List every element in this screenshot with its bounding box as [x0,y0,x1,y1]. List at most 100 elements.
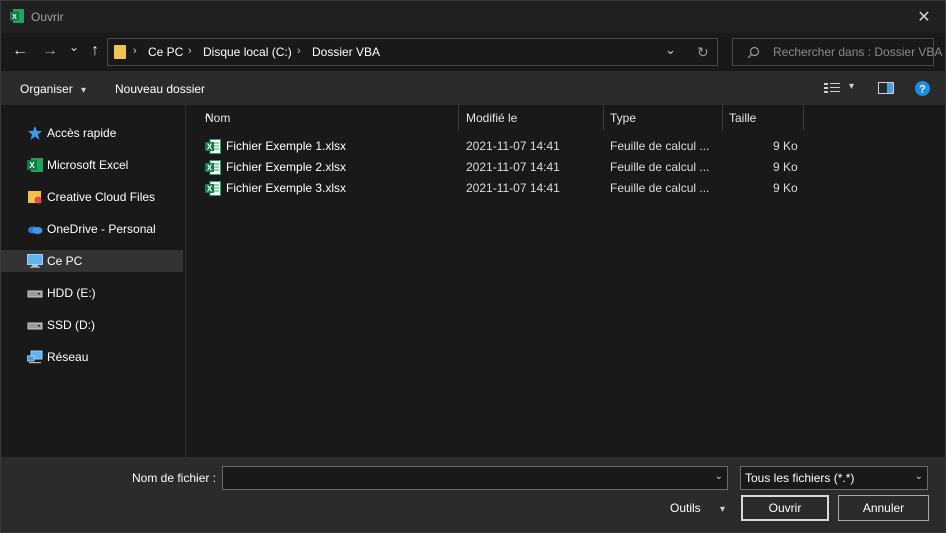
file-row[interactable]: X Fichier Exemple 3.xlsx 2021-11-07 14:4… [186,178,806,199]
file-type-filter[interactable]: Tous les fichiers (*.*) ⌄ [740,466,928,490]
svg-text:X: X [207,185,213,194]
sidebar-item-reseau[interactable]: Réseau [1,346,183,368]
file-type-filter-value: Tous les fichiers (*.*) [745,471,855,485]
refresh-button[interactable]: ↻ [697,44,709,61]
sidebar-item-acces-rapide[interactable]: Accès rapide [1,122,183,144]
sidebar-item-creative-cloud-files[interactable]: Creative Cloud Files [1,186,183,208]
chevron-down-icon: ▾ [720,504,726,515]
sidebar-item-label: Creative Cloud Files [47,190,156,204]
computer-icon [27,254,43,268]
network-icon [27,350,43,364]
cancel-button[interactable]: Annuler [838,495,929,521]
organize-button[interactable]: Organiser ▾ [20,82,86,96]
sidebar-item-ssd-d[interactable]: SSD (D:) [1,314,183,336]
sidebar-item-ce-pc[interactable]: Ce PC [1,250,183,272]
breadcrumb-ce-pc[interactable]: Ce PC [148,45,183,59]
excel-file-icon: X [205,181,221,196]
organize-label: Organiser [20,82,73,96]
file-type: Feuille de calcul ... [610,181,710,195]
command-bar: Organiser ▾ Nouveau dossier ▾ ? [1,71,945,105]
file-row[interactable]: X Fichier Exemple 1.xlsx 2021-11-07 14:4… [186,136,806,157]
search-box[interactable]: Rechercher dans : Dossier VBA [732,38,942,66]
svg-text:X: X [12,14,17,21]
excel-file-icon: X [205,139,221,154]
column-header-type[interactable]: Type [605,105,723,131]
arrow-up-icon: ↑ [91,42,99,59]
recent-locations-button[interactable]: ⌄ [67,37,81,57]
sidebar-item-label: Accès rapide [47,126,117,140]
folder-icon [114,45,126,59]
sidebar-item-hdd-e[interactable]: HDD (E:) [1,282,183,304]
help-icon[interactable]: ? [915,81,930,96]
close-icon: ✕ [917,9,931,26]
creative-cloud-folder-icon [28,191,42,204]
sidebar-item-label: SSD (D:) [47,318,95,332]
forward-button[interactable]: → [41,41,59,61]
tools-button[interactable]: Outils ▾ [670,501,725,515]
close-button[interactable]: ✕ [911,5,937,29]
arrow-right-icon: → [42,42,58,59]
file-type: Feuille de calcul ... [610,160,710,174]
search-placeholder: Rechercher dans : Dossier VBA [773,45,943,59]
column-header-modified[interactable]: Modifié le [461,105,604,131]
change-view-button[interactable]: ▾ [824,81,864,97]
svg-text:X: X [207,164,213,173]
sidebar-item-onedrive[interactable]: OneDrive - Personal [1,218,183,240]
preview-pane-icon[interactable] [878,82,894,94]
file-name: Fichier Exemple 3.xlsx [226,181,347,195]
svg-text:X: X [29,161,35,170]
sidebar-item-label: HDD (E:) [47,286,96,300]
file-name: Fichier Exemple 1.xlsx [226,139,347,153]
breadcrumb-separator: › [133,45,137,57]
onedrive-icon [28,226,43,234]
file-size: 9 Ko [773,181,798,195]
star-icon [28,126,42,140]
sidebar-item-label: OneDrive - Personal [47,222,156,236]
file-size: 9 Ko [773,160,798,174]
column-header-size[interactable]: Taille [724,105,804,131]
new-folder-button[interactable]: Nouveau dossier [115,82,205,96]
chevron-down-icon: ⌄ [68,40,80,54]
search-icon [747,46,760,59]
open-button[interactable]: Ouvrir [741,495,829,521]
breadcrumb-dossier-vba[interactable]: Dossier VBA [312,45,380,59]
file-modified: 2021-11-07 14:41 [466,139,560,153]
tools-label: Outils [670,501,701,515]
file-list: Nom ^ Modifié le Type Taille X Fichier E… [186,105,945,457]
file-row[interactable]: X Fichier Exemple 2.xlsx 2021-11-07 14:4… [186,157,806,178]
chevron-down-icon[interactable]: ⌄ [715,471,723,482]
file-size: 9 Ko [773,139,798,153]
column-header-name[interactable]: Nom ^ [200,105,459,131]
drive-icon [27,322,43,330]
file-modified: 2021-11-07 14:41 [466,181,560,195]
address-bar[interactable]: › Ce PC › Disque local (C:) › Dossier VB… [107,38,718,66]
window-title: Ouvrir [31,10,64,24]
address-dropdown-button[interactable]: ⌄ [665,42,676,58]
up-button[interactable]: ↑ [86,41,104,61]
chevron-down-icon: ▾ [849,81,855,92]
sort-ascending-icon: ^ [205,111,211,125]
open-file-dialog: X Ouvrir ✕ ← → ⌄ ↑ › Ce PC › Disque loca… [0,0,946,533]
sidebar-item-microsoft-excel[interactable]: X Microsoft Excel [1,154,183,176]
column-header-label: Taille [729,111,757,125]
navigation-pane: Accès rapide X Microsoft Excel Creative … [1,105,186,457]
navigation-bar: ← → ⌄ ↑ › Ce PC › Disque local (C:) › Do… [1,33,945,71]
arrow-left-icon: ← [12,42,28,59]
excel-app-icon: X [10,9,24,23]
dialog-footer: Nom de fichier : ⌄ Tous les fichiers (*.… [1,457,945,532]
chevron-down-icon: ⌄ [914,471,923,482]
details-view-icon [824,83,840,93]
excel-icon: X [27,158,43,172]
breadcrumb-disque-local[interactable]: Disque local (C:) [203,45,292,59]
file-type: Feuille de calcul ... [610,139,710,153]
excel-file-icon: X [205,160,221,175]
sidebar-item-label: Microsoft Excel [47,158,129,172]
breadcrumb-separator: › [188,45,192,57]
chevron-down-icon: ▾ [81,85,87,96]
title-bar: X Ouvrir ✕ [1,1,945,33]
back-button[interactable]: ← [11,41,29,61]
file-name: Fichier Exemple 2.xlsx [226,160,347,174]
filename-input[interactable]: ⌄ [222,466,728,490]
svg-text:X: X [207,143,213,152]
breadcrumb-separator: › [297,45,301,57]
